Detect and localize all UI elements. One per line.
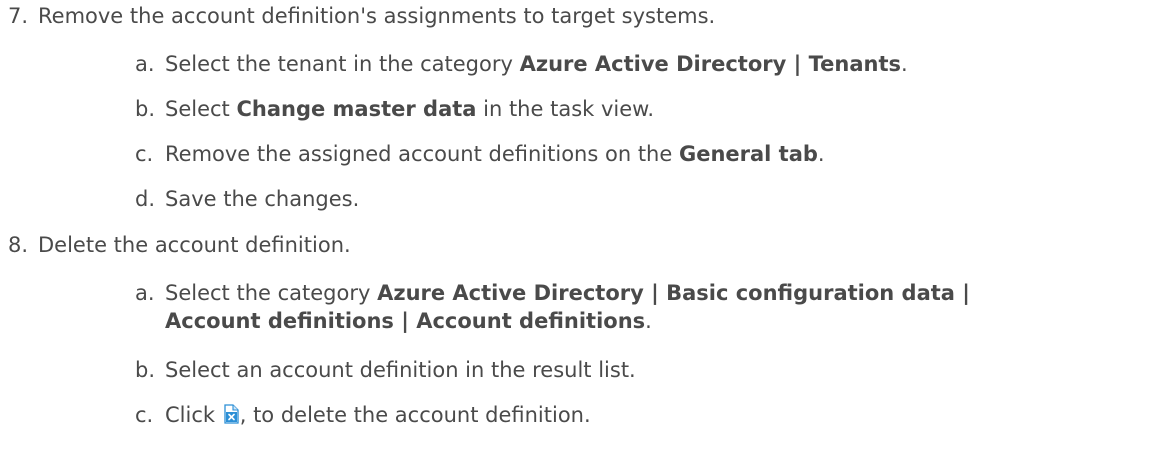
step-7b: b. Select Change master data in the task … [135, 95, 654, 123]
step-number: 7. [8, 4, 29, 28]
substep-punct: . [645, 309, 652, 333]
substep-text: Select an account definition in the resu… [165, 358, 636, 382]
step-7a: a. Select the tenant in the category Azur… [135, 50, 908, 78]
substep-text: Click [165, 403, 222, 427]
ui-path-line2: Account definitions | Account definition… [165, 309, 646, 333]
substep-letter: b. [135, 97, 156, 121]
ui-path: Azure Active Directory | Tenants [519, 52, 901, 76]
substep-punct: . [817, 142, 825, 166]
step-text: Remove the account definition's assignme… [38, 4, 716, 28]
step-7: 7. Remove the account definition's assign… [8, 4, 715, 28]
substep-letter: b. [135, 358, 156, 382]
substep-text: Select [165, 97, 237, 121]
substep-text: Select the tenant in the category [165, 52, 520, 76]
substep-text-end: , to delete the account definition. [239, 403, 591, 427]
substep-text-end: in the task view. [476, 97, 655, 121]
step-8: 8. Delete the account definition. [8, 233, 351, 257]
substep-letter: a. [135, 281, 155, 305]
substep-letter: d. [135, 187, 156, 211]
ui-tab-name: General tab [678, 142, 818, 166]
step-8b: b. Select an account definition in the re… [135, 356, 636, 384]
substep-letter: a. [135, 52, 155, 76]
step-8a: a. Select the category Azure Active Direc… [135, 279, 1171, 335]
substep-letter: c. [135, 142, 154, 166]
step-7d: d. Save the changes. [135, 185, 359, 213]
step-text: Delete the account definition. [38, 233, 351, 257]
substep-punct: . [900, 52, 908, 76]
substep-text: Remove the assigned account definitions … [165, 142, 679, 166]
step-number: 8. [8, 233, 29, 257]
ui-path-line1: Azure Active Directory | Basic configura… [377, 281, 970, 305]
substep-letter: c. [135, 403, 154, 427]
substep-text: Save the changes. [165, 187, 360, 211]
step-8c: c. Click , to delete the account definiti… [135, 401, 591, 429]
ui-task-name: Change master data [236, 97, 477, 121]
delete-document-icon [224, 403, 239, 424]
substep-text: Select the category [165, 281, 378, 305]
step-7c: c. Remove the assigned account definition… [135, 140, 825, 168]
substep-wrap: Select the category Azure Active Directo… [165, 279, 1171, 335]
